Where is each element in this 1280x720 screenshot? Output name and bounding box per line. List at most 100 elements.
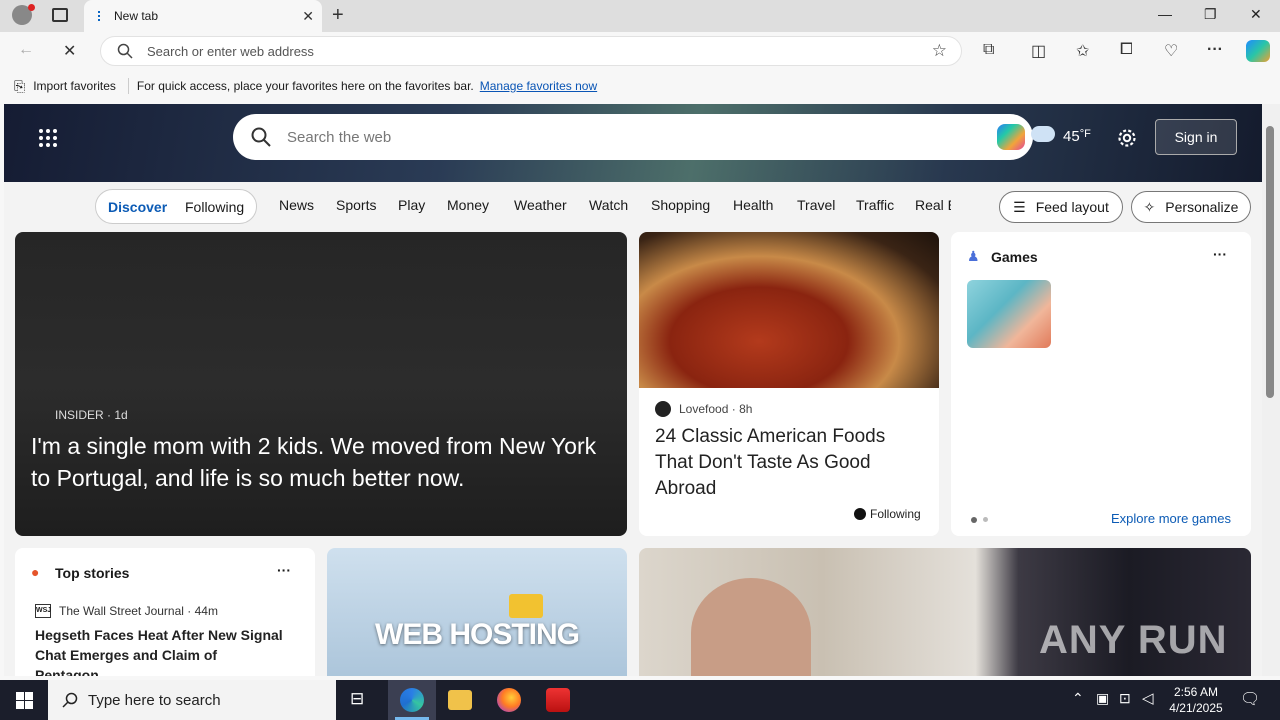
favorites-message: For quick access, place your favorites h…	[136, 79, 474, 93]
address-bar[interactable]: Search or enter web address ☆	[100, 36, 962, 66]
feed-layout-label: Feed layout	[1035, 199, 1109, 215]
folder-graphic	[509, 594, 543, 618]
close-window-icon[interactable]: ✕	[1250, 6, 1262, 23]
news-photo-card[interactable]: ANY RUN	[639, 548, 1251, 676]
sliders-icon: ☰	[1013, 198, 1026, 215]
weather-temperature[interactable]: 45°F	[1063, 128, 1091, 145]
notifications-icon[interactable]: 🗨	[1240, 689, 1260, 709]
check-icon	[854, 508, 866, 520]
tab-discover[interactable]: Discover	[108, 199, 167, 215]
device-icon[interactable]: ▣	[1096, 690, 1109, 707]
profile-notification-dot	[28, 4, 35, 11]
show-hidden-icons[interactable]: ⌃	[1072, 690, 1084, 707]
taskbar-search-box[interactable]: Type here to search	[48, 680, 336, 720]
clock-time: 2:56 AM	[1173, 685, 1219, 699]
tab-new-tab[interactable]: New tab ✕	[84, 0, 322, 32]
copilot-icon[interactable]	[1246, 40, 1270, 62]
carousel-dot[interactable]	[983, 517, 988, 522]
page-scrollbar[interactable]	[1262, 104, 1280, 676]
games-icon: ♟	[967, 248, 980, 264]
network-icon[interactable]: ⊡	[1119, 690, 1131, 707]
category-shopping[interactable]: Shopping	[651, 197, 710, 213]
clock[interactable]: 2:56 AM 4/21/2025	[1164, 684, 1228, 716]
favorites-bar: ⎘ Import favorites For quick access, pla…	[0, 70, 1280, 102]
browser-essentials-icon[interactable]: ♡	[1164, 41, 1178, 61]
taskbar-search-placeholder: Type here to search	[88, 691, 221, 709]
file-explorer-icon[interactable]	[448, 690, 472, 710]
extensions-icon[interactable]: ⧉	[983, 41, 994, 59]
category-traffic[interactable]: Traffic	[856, 197, 894, 213]
apps-launcher-icon[interactable]	[38, 128, 58, 148]
top-stories-title: Top stories	[55, 565, 130, 581]
settings-gear-icon[interactable]	[1116, 127, 1138, 149]
windows-taskbar: Type here to search ⊟ ⌃ ▣ ⊡ ◁ 2:56 AM 4/…	[0, 680, 1280, 720]
stop-icon[interactable]: ✕	[63, 41, 76, 61]
more-menu-icon[interactable]: ···	[1207, 41, 1223, 59]
top-stories-more-icon[interactable]: ···	[277, 562, 291, 578]
main-story-card[interactable]: INSIDER · 1d I'm a single mom with 2 kid…	[15, 232, 627, 536]
explore-more-games-link[interactable]: Explore more games	[1111, 511, 1231, 526]
category-travel[interactable]: Travel	[797, 197, 835, 213]
web-hosting-card[interactable]: WEB HOSTING	[327, 548, 627, 676]
favorite-star-icon[interactable]: ☆	[932, 41, 947, 61]
import-favorites-button[interactable]: Import favorites	[33, 79, 116, 93]
games-more-icon[interactable]: ···	[1213, 246, 1227, 262]
main-story-source: INSIDER · 1d	[55, 408, 128, 422]
search-icon	[117, 43, 133, 59]
category-watch[interactable]: Watch	[589, 197, 628, 213]
collections-icon[interactable]: ⧠	[1120, 41, 1133, 59]
category-health[interactable]: Health	[733, 197, 773, 213]
top-story-headline[interactable]: Hegseth Faces Heat After New Signal Chat…	[35, 625, 295, 676]
back-icon[interactable]: ←	[18, 41, 34, 59]
windows-start-icon[interactable]	[16, 692, 33, 709]
pizza-image	[639, 232, 939, 388]
edge-icon[interactable]	[400, 688, 424, 712]
web-search-box[interactable]: Search the web	[233, 114, 1033, 160]
volume-icon[interactable]: ◁	[1142, 689, 1154, 707]
sign-in-button[interactable]: Sign in	[1155, 119, 1237, 155]
cloudy-weather-icon	[1031, 126, 1055, 142]
food-story-source: Lovefood · 8h	[679, 402, 753, 416]
main-story-headline[interactable]: I'm a single mom with 2 kids. We moved f…	[31, 430, 611, 494]
category-weather[interactable]: Weather	[514, 197, 567, 213]
tab-following[interactable]: Following	[185, 199, 244, 215]
clock-date: 4/21/2025	[1169, 701, 1223, 715]
web-hosting-text: WEB HOSTING	[375, 618, 580, 651]
category-money[interactable]: Money	[447, 197, 489, 213]
task-view-icon[interactable]: ⊟	[350, 689, 364, 709]
game-thumbnail[interactable]	[967, 280, 1051, 348]
category-sports[interactable]: Sports	[336, 197, 376, 213]
tab-title: New tab	[114, 9, 159, 23]
search-icon	[62, 692, 78, 708]
title-bar: New tab ✕ + — ❐ ✕	[0, 0, 1280, 32]
manage-favorites-link[interactable]: Manage favorites now	[480, 79, 597, 93]
favorites-icon[interactable]: ✩	[1076, 41, 1089, 61]
navigation-bar: ← ✕ Search or enter web address ☆ ⧉ ◫ ✩ …	[0, 32, 1280, 70]
category-news[interactable]: News	[279, 197, 314, 213]
tab-actions-icon[interactable]	[52, 8, 68, 22]
new-tab-icon[interactable]: +	[332, 4, 344, 27]
top-stories-card: ● Top stories ··· WSJ The Wall Street Jo…	[15, 548, 315, 676]
bing-chat-icon[interactable]	[997, 124, 1025, 150]
personalize-icon: ✧	[1143, 198, 1156, 215]
scrollbar-thumb[interactable]	[1266, 126, 1274, 398]
close-tab-icon[interactable]: ✕	[302, 8, 314, 25]
import-icon: ⎘	[14, 77, 26, 94]
feed-layout-button[interactable]: ☰ Feed layout	[999, 191, 1123, 223]
minimize-icon[interactable]: —	[1158, 6, 1172, 22]
category-real-estate[interactable]: Real E	[915, 197, 951, 213]
category-play[interactable]: Play	[398, 197, 425, 213]
split-screen-icon[interactable]: ◫	[1031, 41, 1046, 61]
personalize-button[interactable]: ✧ Personalize	[1131, 191, 1251, 223]
games-card: ♟ Games ··· Explore more games	[951, 232, 1251, 536]
flame-icon: ●	[31, 564, 40, 580]
hero-banner: Search the web 45°F Sign in	[4, 104, 1262, 182]
app-icon[interactable]	[546, 688, 570, 712]
restore-icon[interactable]: ❐	[1204, 6, 1217, 23]
firefox-icon[interactable]	[497, 688, 521, 712]
carousel-dot-active[interactable]	[971, 517, 977, 523]
web-search-placeholder: Search the web	[287, 128, 392, 146]
following-badge[interactable]: Following	[854, 507, 921, 521]
food-story-headline[interactable]: 24 Classic American Foods That Don't Tas…	[655, 424, 925, 502]
food-story-card[interactable]: Lovefood · 8h 24 Classic American Foods …	[639, 232, 939, 536]
